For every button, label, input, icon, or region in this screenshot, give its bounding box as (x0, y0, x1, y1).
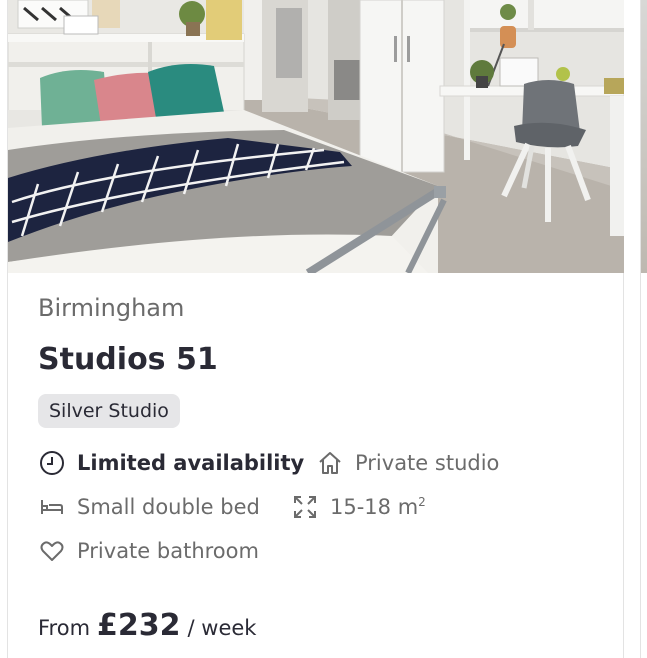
feature-bed: Small double bed (38, 493, 260, 521)
room-type-badge: Silver Studio (38, 394, 180, 428)
feature-label: 15-18 m2 (330, 495, 426, 519)
feature-label: Limited availability (77, 451, 305, 475)
feature-label: Private bathroom (77, 539, 259, 563)
feature-studio-type: Private studio (316, 449, 499, 477)
area-unit-superscript: 2 (418, 495, 426, 509)
listing-title[interactable]: Studios 51 (38, 342, 218, 377)
feature-label: Small double bed (77, 495, 260, 519)
room-photo[interactable] (8, 0, 624, 273)
bed-icon (38, 493, 66, 521)
price-amount: £232 (97, 608, 181, 643)
listing-card[interactable]: Birmingham Studios 51 Silver Studio Limi… (7, 0, 624, 658)
heart-icon (38, 537, 66, 565)
feature-label: Private studio (355, 451, 500, 475)
expand-icon (291, 493, 319, 521)
price: From £232 / week (38, 608, 256, 643)
clock-icon (38, 449, 66, 477)
listing-city: Birmingham (38, 294, 185, 322)
feature-bathroom: Private bathroom (38, 537, 259, 565)
price-suffix: / week (187, 616, 257, 640)
price-prefix: From (38, 616, 91, 640)
next-listing-card[interactable] (640, 0, 647, 658)
feature-availability: Limited availability (38, 449, 304, 477)
listing-carousel: Birmingham Studios 51 Silver Studio Limi… (0, 0, 647, 658)
feature-room-size: 15-18 m2 (291, 493, 426, 521)
house-icon (316, 449, 344, 477)
next-listing-photo[interactable] (641, 0, 647, 273)
